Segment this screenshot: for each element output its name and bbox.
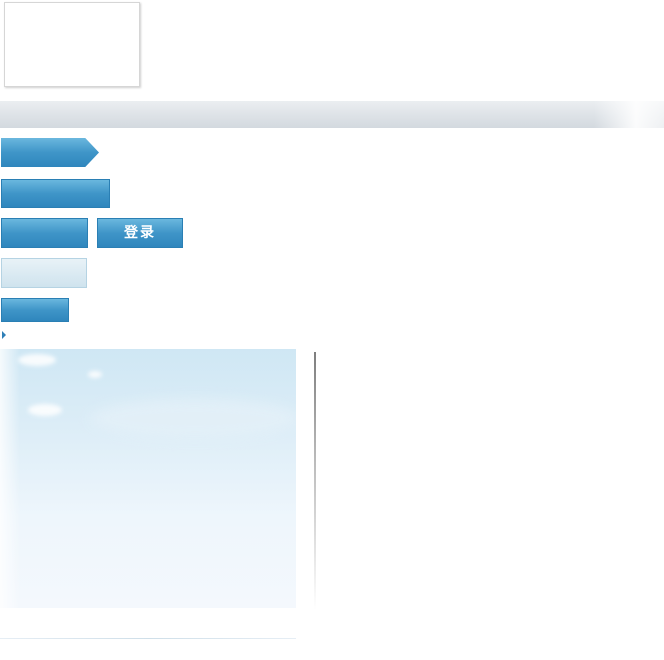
- light-button[interactable]: [1, 258, 87, 288]
- page: 登录: [0, 0, 664, 660]
- logo-placeholder: [4, 2, 140, 87]
- vertical-divider: [314, 352, 316, 610]
- wide-button[interactable]: [1, 179, 110, 208]
- blank-button[interactable]: [1, 218, 88, 248]
- cloud-bank: [90, 399, 296, 439]
- login-button[interactable]: 登录: [97, 218, 183, 248]
- bottom-divider: [0, 638, 296, 639]
- cloud: [18, 354, 56, 366]
- cloud: [88, 371, 102, 378]
- login-button-label: 登录: [124, 225, 156, 241]
- top-bar-highlight: [594, 101, 664, 128]
- arrow-button[interactable]: [1, 138, 99, 167]
- triangle-bullet-icon: [2, 331, 6, 339]
- cloud: [28, 404, 62, 416]
- sky-background-panel: [0, 349, 296, 608]
- sky-haze: [0, 349, 20, 608]
- top-navigation-bar: [0, 101, 664, 128]
- small-button[interactable]: [1, 298, 69, 322]
